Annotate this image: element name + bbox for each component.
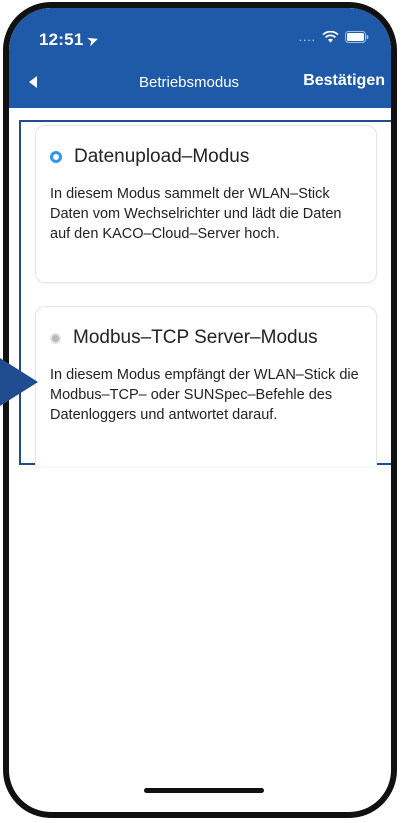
status-time: 12:51➤: [39, 30, 102, 50]
mode-title: Datenupload–Modus: [50, 146, 362, 168]
mode-title-text: Datenupload–Modus: [74, 146, 250, 167]
phone-frame: 12:51➤ .... Betriebsmodus Bestätigen Dat…: [3, 2, 397, 818]
back-arrow-icon[interactable]: [29, 76, 37, 88]
pointer-arrow-icon: [0, 358, 38, 406]
nav-title: Betriebsmodus: [139, 74, 240, 91]
mode-title: Modbus–TCP Server–Modus: [50, 327, 362, 349]
confirm-button[interactable]: Bestätigen: [303, 72, 385, 90]
status-icons: ....: [299, 30, 369, 44]
mode-description: In diesem Modus empfängt der WLAN–Stick …: [50, 367, 359, 423]
signal-icon: ....: [298, 30, 316, 44]
time-text: 12:51: [39, 30, 84, 49]
mode-description: In diesem Modus sammelt der WLAN–Stick D…: [50, 186, 342, 242]
battery-icon: [345, 31, 369, 43]
radio-selected-icon[interactable]: [50, 151, 62, 163]
home-indicator: [144, 788, 264, 793]
wifi-icon: [322, 31, 339, 43]
header: 12:51➤ .... Betriebsmodus Bestätigen: [9, 8, 391, 108]
mode-title-text: Modbus–TCP Server–Modus: [73, 327, 318, 348]
mode-card-datenupload[interactable]: Datenupload–Modus In diesem Modus sammel…: [35, 125, 377, 283]
radio-unselected-icon[interactable]: [50, 332, 61, 344]
location-arrow-icon: ➤: [84, 30, 102, 50]
mode-card-modbus[interactable]: Modbus–TCP Server–Modus In diesem Modus …: [35, 306, 377, 466]
